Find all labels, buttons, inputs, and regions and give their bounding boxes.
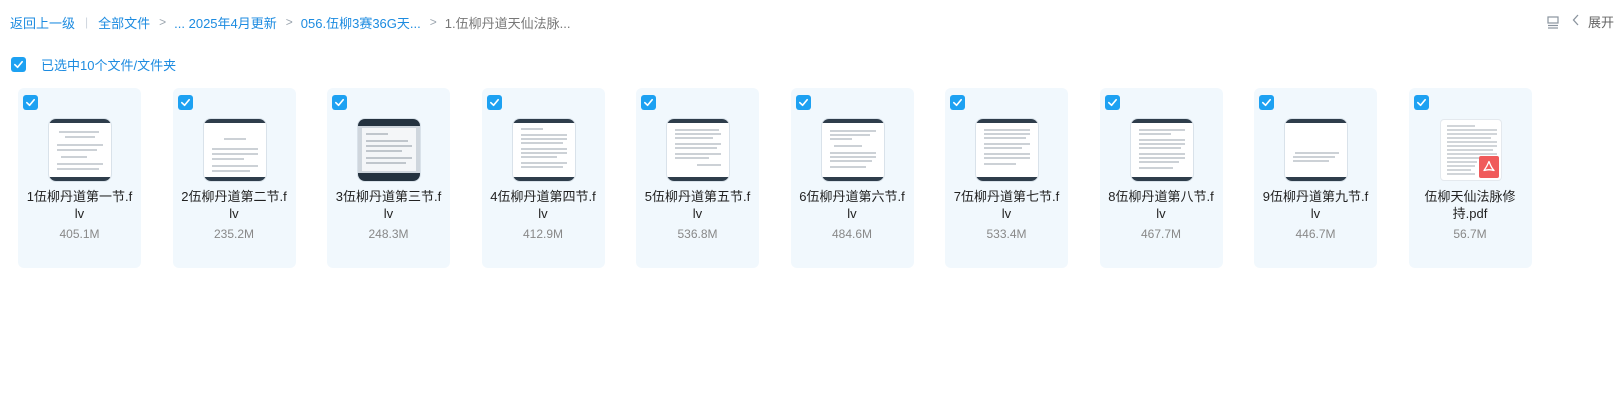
file-card[interactable]: 3伍柳丹道第三节.flv 248.3M [327,88,450,268]
file-name: 8伍柳丹道第八节.flv [1108,189,1214,221]
file-name: 2伍柳丹道第二节.flv [181,189,287,221]
file-card[interactable]: 7伍柳丹道第七节.flv 533.4M [945,88,1068,268]
chevron-right-icon: > [285,15,293,29]
selection-count-label: 已选中10个文件/文件夹 [41,58,177,73]
file-size: 56.7M [1453,227,1487,241]
breadcrumb-divider: | [85,15,89,29]
video-thumbnail [203,119,266,181]
file-card[interactable]: 4伍柳丹道第四节.flv 412.9M [481,88,605,268]
breadcrumb-current: 1.伍柳丹道天仙法脉... [444,15,571,31]
file-checkbox[interactable] [1413,95,1429,110]
check-icon [489,98,499,107]
video-thumbnail [358,119,420,181]
breadcrumb-all-files[interactable]: 全部文件 [98,13,150,32]
file-checkbox[interactable] [795,95,811,110]
file-card[interactable]: 2伍柳丹道第二节.flv 235.2M [172,88,296,268]
file-size: 235.2M [213,227,255,241]
list-view-icon[interactable] [1546,15,1560,29]
breadcrumb-item[interactable]: 056.伍柳3赛36G天... [301,13,421,32]
chevron-right-icon: > [159,15,167,29]
file-checkbox[interactable] [950,95,965,110]
file-checkbox[interactable] [23,95,38,110]
file-checkbox[interactable] [1259,95,1274,110]
file-size: 248.3M [368,227,409,241]
expand-label: 展开 [1587,15,1614,30]
file-name: 3伍柳丹道第三节.flv [335,189,442,221]
file-size: 446.7M [1295,227,1336,241]
check-icon [798,98,808,107]
file-card[interactable]: 1伍柳丹道第一节.flv 405.1M [18,88,141,268]
check-icon [14,60,23,69]
file-checkbox[interactable] [641,95,656,110]
file-checkbox[interactable] [486,95,502,110]
file-grid: 1伍柳丹道第一节.flv 405.1M 2伍柳丹道第二节.flv 235.2M … [18,88,1532,268]
pdf-icon [1478,156,1499,178]
file-name: 6伍柳丹道第六节.flv [799,189,905,221]
file-size: 484.6M [831,227,873,241]
check-icon [1107,98,1117,107]
video-thumbnail [976,119,1038,181]
file-name: 4伍柳丹道第四节.flv [490,189,596,221]
check-icon [644,98,653,107]
file-size: 536.8M [677,227,718,241]
file-name: 5伍柳丹道第五节.flv [644,189,751,221]
view-tools: 展开 [1546,12,1614,31]
file-size: 467.7M [1140,227,1182,241]
check-icon [335,98,344,107]
file-checkbox[interactable] [1104,95,1120,110]
select-all-row: 已选中10个文件/文件夹 [11,55,176,74]
file-name: 1伍柳丹道第一节.flv [26,189,133,221]
file-size: 533.4M [986,227,1027,241]
video-thumbnail [49,119,111,181]
file-card[interactable]: 伍柳天仙法脉修持.pdf 56.7M [1408,88,1532,268]
back-link[interactable]: 返回上一级 [10,13,75,32]
check-icon [26,98,35,107]
file-checkbox[interactable] [332,95,347,110]
video-thumbnail [667,119,729,181]
chevron-left-icon [1572,14,1580,29]
file-size: 405.1M [59,227,100,241]
video-thumbnail [821,119,884,181]
file-card[interactable]: 6伍柳丹道第六节.flv 484.6M [790,88,914,268]
breadcrumb: 返回上一级 | 全部文件 > ... 2025年4月更新 > 056.伍柳3赛3… [10,13,570,31]
file-card[interactable]: 9伍柳丹道第九节.flv 446.7M [1254,88,1377,268]
file-size: 412.9M [522,227,564,241]
video-thumbnail [1130,119,1193,181]
check-icon [1416,98,1426,107]
file-checkbox[interactable] [177,95,193,110]
check-icon [180,98,190,107]
pdf-thumbnail [1439,119,1502,181]
expand-button[interactable]: 展开 [1572,12,1614,31]
check-icon [953,98,962,107]
video-thumbnail [512,119,575,181]
file-card[interactable]: 8伍柳丹道第八节.flv 467.7M [1099,88,1223,268]
file-card[interactable]: 5伍柳丹道第五节.flv 536.8M [636,88,759,268]
chevron-right-icon: > [429,15,437,29]
file-name: 7伍柳丹道第七节.flv [953,189,1060,221]
check-icon [1262,98,1271,107]
select-all-checkbox[interactable] [11,57,26,72]
file-name: 9伍柳丹道第九节.flv [1262,189,1369,221]
video-thumbnail [1285,119,1347,181]
breadcrumb-item[interactable]: ... 2025年4月更新 [174,13,277,32]
file-name: 伍柳天仙法脉修持.pdf [1424,189,1516,221]
